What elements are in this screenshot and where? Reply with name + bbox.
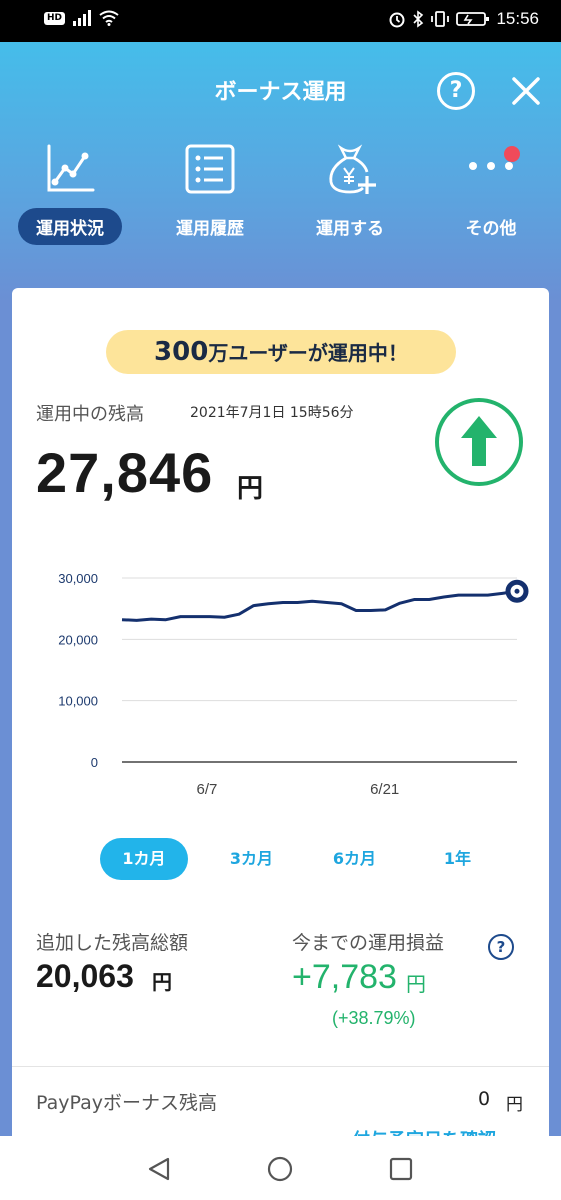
nav-item-invest[interactable]: 運用する bbox=[290, 142, 410, 245]
nav-label-invest: 運用する bbox=[316, 219, 384, 239]
profit-value: +7,783 bbox=[292, 958, 397, 996]
profit-label: 今までの運用損益 bbox=[292, 932, 445, 954]
period-3m[interactable]: 3カ月 bbox=[200, 838, 303, 880]
help-button[interactable]: ? bbox=[437, 72, 475, 110]
page-title: ボーナス運用 bbox=[214, 80, 347, 105]
paypay-bonus-label: PayPayボーナス残高 bbox=[36, 1092, 217, 1114]
users-banner: 300万ユーザーが運用中！ bbox=[106, 330, 456, 374]
balance-label: 運用中の残高 bbox=[36, 404, 144, 425]
status-right: 15:56 bbox=[388, 9, 539, 29]
hd-badge: HD bbox=[44, 11, 66, 25]
nav-label-other: その他 bbox=[465, 219, 517, 239]
banner-text: 万ユーザーが運用中！ bbox=[208, 341, 408, 365]
clock: 15:56 bbox=[496, 9, 539, 28]
period-1y[interactable]: 1年 bbox=[406, 838, 509, 880]
recents-icon[interactable] bbox=[388, 1156, 414, 1182]
banner-number: 300 bbox=[154, 337, 209, 367]
balance-card: 300万ユーザーが運用中！ 運用中の残高 2021年7月1日 15時56分 27… bbox=[12, 288, 549, 1151]
profit-help-button[interactable]: ? bbox=[488, 934, 514, 960]
status-bar: HD 15:56 bbox=[0, 0, 561, 42]
paypay-bonus-unit: 円 bbox=[506, 1095, 523, 1115]
nav-item-history[interactable]: 運用履歴 bbox=[150, 142, 270, 245]
period-6m[interactable]: 6カ月 bbox=[303, 838, 406, 880]
wifi-icon bbox=[99, 10, 119, 26]
signal-icon bbox=[73, 10, 92, 26]
bluetooth-icon bbox=[413, 10, 424, 28]
status-left: HD bbox=[44, 10, 119, 26]
back-icon[interactable] bbox=[146, 1156, 172, 1182]
added-total-value: 20,063 bbox=[36, 958, 134, 994]
nav-item-status[interactable]: 運用状況 bbox=[10, 142, 130, 245]
balance-unit: 円 bbox=[237, 474, 264, 504]
money-bag-add-icon bbox=[329, 144, 376, 194]
latest-point-center bbox=[514, 588, 520, 594]
profit-percent: (+38.79%) bbox=[332, 1008, 416, 1028]
x-tick-label: 6/7 bbox=[196, 781, 217, 798]
divider bbox=[12, 1066, 549, 1067]
y-tick-label: 20,000 bbox=[58, 632, 98, 647]
close-icon[interactable] bbox=[510, 75, 542, 107]
chart-line-icon bbox=[47, 144, 95, 192]
alarm-icon bbox=[389, 12, 405, 28]
system-nav-bar bbox=[0, 1136, 561, 1200]
added-total-unit: 円 bbox=[152, 970, 172, 994]
balance-chart: 30,000 20,000 10,000 0 6/7 6/21 bbox=[58, 571, 529, 798]
x-tick-label: 6/21 bbox=[370, 781, 399, 798]
added-total-label: 追加した残高総額 bbox=[36, 932, 189, 954]
series-line bbox=[121, 589, 518, 622]
notification-dot bbox=[504, 146, 520, 162]
nav-item-other[interactable]: その他 bbox=[431, 142, 551, 245]
trend-up-icon bbox=[435, 398, 523, 486]
nav-label-status: 運用状況 bbox=[18, 208, 122, 245]
balance-value: 27,846 bbox=[36, 441, 214, 504]
nav-label-history: 運用履歴 bbox=[176, 219, 244, 239]
period-1m[interactable]: 1カ月 bbox=[100, 838, 188, 880]
battery-charging-icon bbox=[456, 12, 490, 26]
y-tick-label: 0 bbox=[91, 755, 98, 770]
profit-unit: 円 bbox=[406, 972, 426, 996]
balance-timestamp: 2021年7月1日 15時56分 bbox=[190, 405, 354, 421]
home-icon[interactable] bbox=[267, 1156, 293, 1182]
y-tick-label: 10,000 bbox=[58, 694, 98, 709]
period-selector: 1カ月 3カ月 6カ月 1年 bbox=[100, 838, 509, 880]
list-icon bbox=[185, 144, 235, 194]
app-header: ボーナス運用 ? 運用状況 運用履歴 運用する その他 bbox=[0, 42, 561, 302]
y-tick-label: 30,000 bbox=[58, 571, 98, 586]
vibrate-icon bbox=[431, 11, 450, 27]
paypay-bonus-value: 0 bbox=[478, 1088, 491, 1110]
